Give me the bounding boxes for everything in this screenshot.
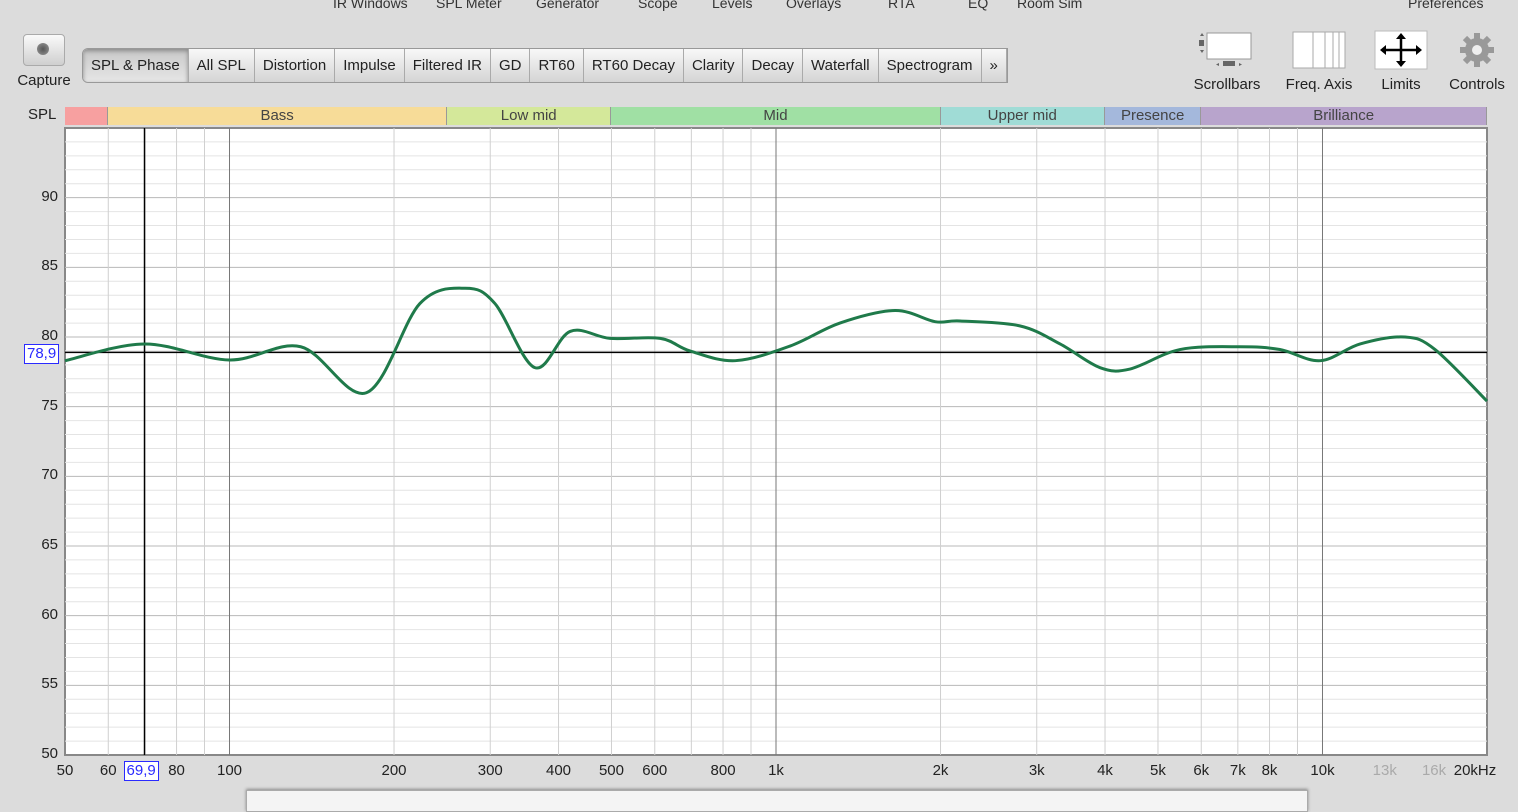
tab-rt60[interactable]: RT60 [530, 49, 584, 82]
band-mid: Mid [611, 107, 941, 125]
capture-button[interactable]: Capture [14, 34, 74, 89]
band-brilliance: Brilliance [1201, 107, 1487, 125]
band-upper-mid: Upper mid [940, 107, 1105, 125]
x-tick-label: 500 [598, 762, 624, 779]
y-tick-label: 60 [41, 605, 58, 623]
x-tick-label: 3k [1028, 762, 1045, 779]
capture-label: Capture [17, 72, 71, 89]
cursor-spl-readout: 78,9 [24, 344, 60, 364]
y-tick-label: 65 [41, 536, 58, 553]
y-tick-label: 80 [41, 327, 58, 344]
tab-waterfall[interactable]: Waterfall [803, 49, 879, 82]
menu-item[interactable]: IR Windows [333, 0, 408, 11]
gear-icon [1442, 30, 1512, 70]
x-tick-label: 400 [546, 762, 572, 779]
x-tick-label: 7k [1229, 762, 1246, 779]
freq-axis-button[interactable]: Freq. Axis [1280, 30, 1358, 93]
x-tick-label: 16k [1421, 762, 1447, 779]
menu-item[interactable]: Preferences [1408, 0, 1483, 11]
x-tick-label: 300 [477, 762, 503, 779]
band-presence: Presence [1105, 107, 1202, 125]
x-tick-label: 100 [216, 762, 243, 779]
controls-button[interactable]: Controls [1442, 30, 1512, 93]
top-menu: IR Windows SPL Meter Generator Scope Levels O… [0, 0, 1518, 13]
limits-label: Limits [1381, 76, 1421, 93]
x-tick-label: 1k [768, 762, 784, 779]
tab-all-spl[interactable]: All SPL [189, 49, 255, 82]
menu-item[interactable]: Generator [536, 0, 599, 11]
x-tick-label: 2k [932, 762, 949, 779]
y-tick-label: 90 [41, 187, 58, 205]
y-tick-label: 85 [41, 257, 58, 275]
x-tick-label: 4k [1097, 762, 1113, 779]
freq-axis-label: Freq. Axis [1285, 76, 1353, 93]
x-tick-label: 13k [1372, 762, 1397, 779]
x-tick-label: 10k [1310, 762, 1335, 779]
menu-item[interactable]: RTA [888, 0, 915, 11]
x-tick-label: 8k [1261, 762, 1278, 779]
band-bass: Bass [108, 107, 447, 125]
menu-item[interactable]: EQ [968, 0, 988, 11]
camera-icon [23, 34, 65, 66]
scrollbars-button[interactable]: Scrollbars [1188, 30, 1266, 93]
menu-item[interactable]: Room Sim [1017, 0, 1082, 11]
x-tick-label: 60 [99, 762, 117, 779]
tab-rt60-decay[interactable]: RT60 Decay [584, 49, 684, 82]
y-axis-label: SPL [28, 106, 57, 123]
tab-gd[interactable]: GD [491, 49, 531, 82]
tab-spectrogram[interactable]: Spectrogram [879, 49, 982, 82]
limits-button[interactable]: Limits [1366, 30, 1436, 93]
tab-filtered-ir[interactable]: Filtered IR [405, 49, 491, 82]
menu-item[interactable]: Scope [638, 0, 678, 11]
plot-area [64, 127, 1488, 756]
x-tick-label: 600 [642, 762, 668, 779]
menu-item[interactable]: Overlays [786, 0, 841, 11]
bottom-panel [246, 790, 1308, 812]
band-sub-bass [65, 107, 109, 125]
graph-tabs: SPL & Phase All SPL Distortion Impulse Filte… [82, 48, 1008, 83]
more-tabs-button[interactable]: » [982, 49, 1007, 82]
limits-icon [1366, 30, 1436, 70]
y-tick-label: 75 [41, 396, 58, 414]
menu-item[interactable]: SPL Meter [436, 0, 502, 11]
x-tick-label: 80 [168, 762, 185, 779]
cursor-freq-readout: 69,9 [123, 761, 159, 781]
y-tick-label: 50 [41, 745, 58, 762]
tab-decay[interactable]: Decay [743, 49, 804, 82]
tab-impulse[interactable]: Impulse [335, 49, 405, 82]
x-tick-label: 200 [381, 762, 407, 779]
frequency-bands: Bass Low mid Mid Upper mid Presence Brillianc… [65, 107, 1487, 125]
spl-curve [64, 286, 1489, 403]
scrollbars-icon [1188, 30, 1266, 70]
tab-spl-phase[interactable]: SPL & Phase [83, 49, 189, 82]
x-tick-label: 800 [710, 762, 736, 779]
tab-distortion[interactable]: Distortion [255, 49, 336, 82]
scrollbars-label: Scrollbars [1193, 76, 1261, 93]
tab-clarity[interactable]: Clarity [684, 49, 744, 82]
x-tick-label: 6k [1193, 762, 1210, 779]
y-tick-label: 70 [41, 466, 58, 484]
x-tick-label: 5k [1150, 762, 1166, 779]
y-tick-label: 55 [41, 675, 58, 693]
controls-label: Controls [1449, 76, 1505, 93]
x-tick-label: 20kHz [1453, 762, 1497, 779]
band-low-mid: Low mid [446, 107, 612, 125]
menu-item[interactable]: Levels [712, 0, 752, 11]
x-tick-label: 50 [56, 762, 74, 779]
freq-axis-icon [1280, 30, 1358, 70]
